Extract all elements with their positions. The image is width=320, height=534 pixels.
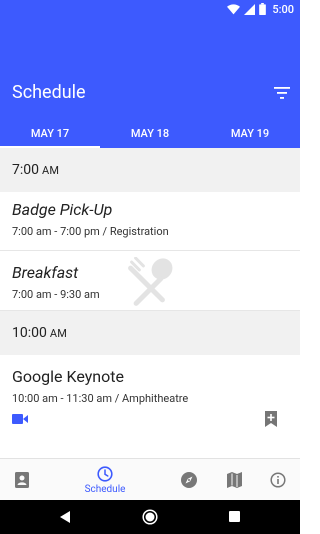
nav-info-card[interactable] bbox=[10, 459, 34, 501]
time-header-time: 10:00 bbox=[12, 325, 47, 341]
food-icon bbox=[128, 257, 173, 306]
nav-schedule-label: Schedule bbox=[84, 483, 126, 495]
nav-explore[interactable] bbox=[179, 459, 199, 501]
explore-icon bbox=[181, 472, 197, 488]
session-meta: 10:00 am - 11:30 am / Amphitheatre bbox=[12, 392, 189, 405]
nav-info[interactable] bbox=[268, 459, 288, 501]
nav-map[interactable] bbox=[224, 459, 244, 501]
map-icon bbox=[226, 472, 242, 488]
time-header: 10:00 AM bbox=[0, 311, 300, 355]
tab-may-19[interactable]: MAY 19 bbox=[200, 118, 300, 148]
bottom-navigation: Schedule bbox=[0, 458, 300, 500]
time-header-time: 7:00 bbox=[12, 162, 39, 178]
info-icon bbox=[270, 472, 286, 488]
session-item[interactable]: Breakfast 7:00 am - 9:30 am bbox=[0, 251, 300, 311]
signal-icon bbox=[244, 3, 256, 15]
time-header-ampm: AM bbox=[49, 326, 68, 340]
session-meta: 7:00 am - 7:00 pm / Registration bbox=[12, 225, 169, 238]
system-navigation-bar bbox=[0, 500, 300, 534]
battery-icon bbox=[259, 3, 267, 15]
recents-icon[interactable] bbox=[229, 511, 240, 522]
time-header: 7:00 AM bbox=[0, 148, 300, 192]
status-icons: 5:00 bbox=[227, 2, 294, 16]
status-time: 5:00 bbox=[272, 2, 294, 16]
session-item[interactable]: Google Keynote 10:00 am - 11:30 am / Amp… bbox=[0, 355, 300, 455]
bookmark-add-icon[interactable] bbox=[264, 411, 278, 427]
wifi-icon bbox=[227, 3, 241, 14]
back-icon[interactable] bbox=[59, 511, 71, 523]
nav-schedule[interactable]: Schedule bbox=[75, 459, 135, 501]
filter-icon[interactable] bbox=[274, 86, 290, 100]
video-icon bbox=[12, 414, 28, 424]
schedule-list[interactable]: 7:00 AM Badge Pick-Up 7:00 am - 7:00 pm … bbox=[0, 148, 300, 458]
status-bar: 5:00 bbox=[0, 0, 300, 18]
page-title: Schedule bbox=[12, 82, 86, 103]
app-bar: Schedule MAY 17 MAY 18 MAY 19 bbox=[0, 18, 300, 148]
tab-may-18[interactable]: MAY 18 bbox=[100, 118, 200, 148]
session-title: Google Keynote bbox=[12, 367, 124, 386]
home-icon[interactable] bbox=[142, 509, 158, 525]
session-item[interactable]: Badge Pick-Up 7:00 am - 7:00 pm / Regist… bbox=[0, 192, 300, 251]
time-header-ampm: AM bbox=[42, 163, 60, 177]
session-title: Badge Pick-Up bbox=[12, 200, 113, 219]
schedule-icon bbox=[97, 465, 113, 482]
date-tabs: MAY 17 MAY 18 MAY 19 bbox=[0, 118, 300, 148]
info-card-icon bbox=[15, 472, 29, 488]
tab-may-17[interactable]: MAY 17 bbox=[0, 118, 100, 148]
